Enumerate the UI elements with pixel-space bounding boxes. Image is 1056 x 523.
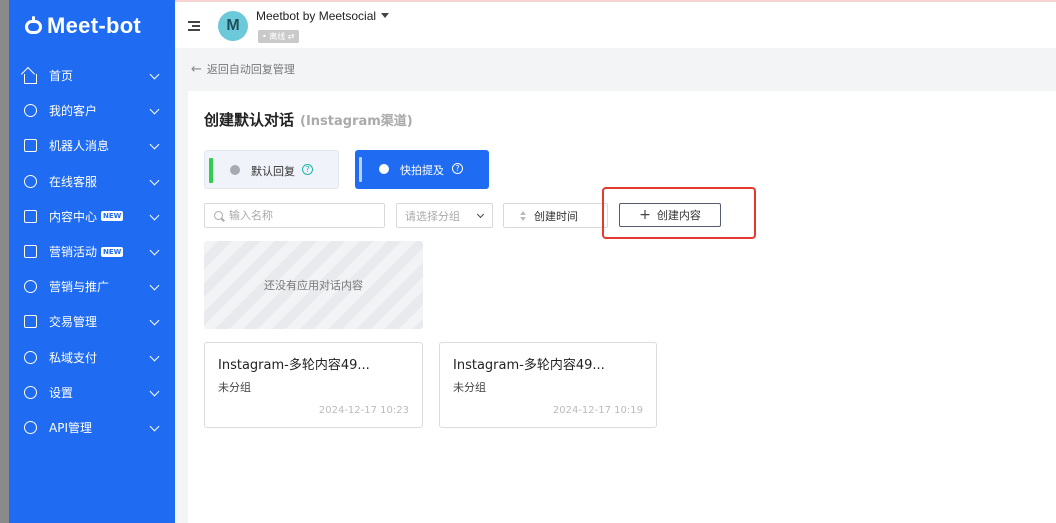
menu-collapse-icon[interactable] [188,21,200,31]
window-edge [0,0,9,523]
sidebar-item-bot-messages[interactable]: 机器人消息 [9,128,175,163]
chevron-down-icon [149,280,160,291]
top-header: M Meetbot by Meetsocial • 离线 ⇄ [175,0,1056,48]
sidebar-item-marketing[interactable]: 营销与推广 [9,269,175,304]
home-icon [24,73,37,84]
search-box[interactable] [204,203,385,228]
sidebar-item-settings[interactable]: 设置 [9,375,175,410]
chevron-down-icon [149,351,160,361]
card-title: Instagram-多轮内容49... [453,358,605,373]
create-content-label: 创建内容 [656,209,701,222]
account-switcher[interactable]: Meetbot by Meetsocial [256,9,390,23]
chat-icon [24,139,37,153]
tab-indicator [359,157,362,182]
chevron-down-icon [149,139,160,150]
page-subtitle: (Instagram渠道) [300,114,413,129]
sidebar-menu: 首页 我的客户 机器人消息 在线客服 内容中心 NEW 营销活动 NEW 营销与… [9,58,175,445]
sidebar-item-label: 首页 [49,69,74,84]
chevron-down-icon [149,315,160,326]
tab-story-mention[interactable]: 快拍提及 ? [355,150,489,189]
card-group: 未分组 [218,381,251,394]
content-card[interactable]: Instagram-多轮内容49... 未分组 2024-12-17 10:19 [439,342,657,428]
empty-text: 还没有应用对话内容 [264,279,363,292]
search-input[interactable] [229,209,379,222]
sidebar-item-label: 内容中心 [49,209,98,224]
send-icon [24,280,37,294]
sort-label: 创建时间 [534,209,578,223]
help-icon[interactable]: ? [302,164,313,175]
card-timestamp: 2024-12-17 10:19 [552,405,643,416]
group-select-placeholder: 请选择分组 [405,209,460,223]
status-badge[interactable]: • 离线 ⇄ [258,30,299,43]
sidebar-item-label: 交易管理 [49,315,98,330]
sidebar-item-label: 我的客户 [49,104,98,119]
sidebar-item-transactions[interactable]: 交易管理 [9,304,175,339]
arrow-left-icon: ← [191,61,202,77]
page-title: 创建默认对话 (Instagram渠道) [204,109,413,130]
chevron-down-icon [476,210,485,219]
bot-logo-icon [24,16,44,36]
send-icon [230,165,240,175]
create-content-button[interactable]: + 创建内容 [619,203,721,227]
chevron-down-icon [149,421,160,432]
megaphone-icon [24,245,37,259]
logo[interactable]: Meet-bot [24,11,141,41]
sidebar-item-label: 在线客服 [49,174,98,189]
card-title: Instagram-多轮内容49... [218,358,370,373]
bag-icon [24,315,37,329]
tab-default-reply[interactable]: 默认回复 ? [204,150,339,189]
logo-text: Meet-bot [47,13,142,38]
sidebar: Meet-bot 首页 我的客户 机器人消息 在线客服 内容中心 NEW 营销活… [9,0,175,523]
sidebar-item-label: 设置 [49,385,74,400]
main-content: 创建默认对话(Instagram渠道) 默认回复 ? 快拍提及 ? 请选择分组 … [188,91,1056,523]
sort-by-created-button[interactable]: 创建时间 [503,203,608,228]
plus-icon: + [639,207,651,223]
avatar[interactable]: M [218,11,248,41]
sidebar-item-home[interactable]: 首页 [9,58,175,93]
content-card[interactable]: Instagram-多轮内容49... 未分组 2024-12-17 10:23 [204,342,423,428]
tab-indicator [209,158,213,183]
send-icon [379,164,389,174]
chevron-down-icon [149,69,160,80]
new-badge: NEW [101,246,124,257]
empty-placeholder-card: 还没有应用对话内容 [204,241,423,329]
back-link-label: 返回自动回复管理 [206,63,295,76]
chevron-down-icon [149,210,160,221]
account-name: Meetbot by Meetsocial [256,9,377,23]
sidebar-item-label: 营销活动 [49,245,98,260]
page-title-text: 创建默认对话 [204,111,295,129]
caret-down-icon [381,13,390,18]
tab-label: 默认回复 [251,165,295,178]
content-icon [24,209,37,223]
chevron-down-icon [149,104,160,115]
chevron-down-icon [149,175,160,186]
sidebar-item-payment[interactable]: 私域支付 [9,340,175,375]
chevron-down-icon [149,245,160,256]
sidebar-item-label: 机器人消息 [49,139,110,154]
card-group: 未分组 [453,381,486,394]
sidebar-item-campaigns[interactable]: 营销活动 NEW [9,234,175,269]
tab-label: 快拍提及 [400,164,444,177]
chevron-down-icon [149,386,160,397]
sidebar-item-label: API管理 [49,420,92,435]
payment-icon [24,350,37,364]
api-icon [24,420,37,434]
headset-icon [24,174,37,188]
group-select[interactable]: 请选择分组 [396,203,493,228]
app-root: Meet-bot 首页 我的客户 机器人消息 在线客服 内容中心 NEW 营销活… [0,0,1056,523]
sidebar-item-live-support[interactable]: 在线客服 [9,164,175,199]
new-badge: NEW [101,211,124,222]
sidebar-item-content-center[interactable]: 内容中心 NEW [9,199,175,234]
back-link[interactable]: ← 返回自动回复管理 [191,61,295,77]
card-timestamp: 2024-12-17 10:23 [318,405,409,416]
sidebar-item-label: 营销与推广 [49,280,110,295]
search-icon [214,211,223,220]
help-icon[interactable]: ? [452,163,463,174]
sidebar-item-customers[interactable]: 我的客户 [9,93,175,128]
customers-icon [24,104,37,118]
gear-icon [24,385,37,399]
sort-icon [520,211,526,223]
sidebar-item-label: 私域支付 [49,350,98,365]
sidebar-item-api[interactable]: API管理 [9,410,175,445]
